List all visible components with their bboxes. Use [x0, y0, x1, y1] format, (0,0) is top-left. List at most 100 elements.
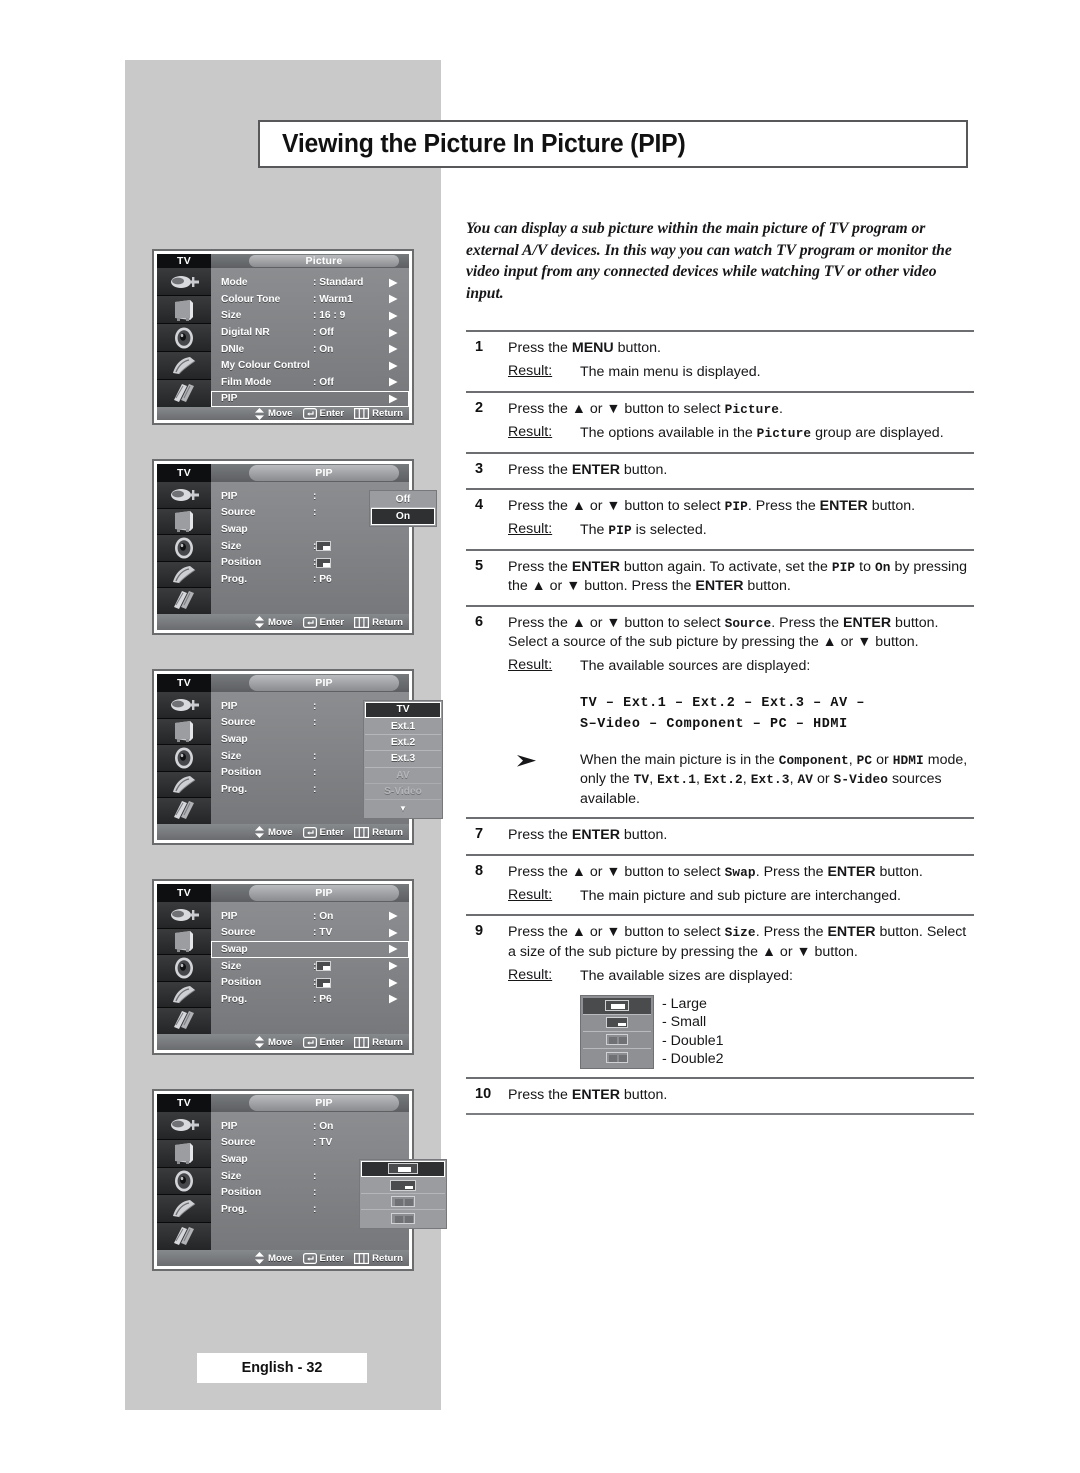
- osd-footer-return[interactable]: Return: [354, 827, 403, 838]
- osd-popup-option[interactable]: Ext.2: [365, 735, 441, 752]
- osd-popup-size[interactable]: [359, 1159, 447, 1229]
- osd-row-mode[interactable]: Mode: Standard: [211, 274, 409, 291]
- osd-footer-enter[interactable]: Enter: [302, 827, 344, 838]
- osd-row-colour-tone[interactable]: Colour Tone: Warm1: [211, 291, 409, 308]
- osd-row-prog[interactable]: Prog.: P6: [211, 571, 409, 588]
- sound-speaker-icon[interactable]: [157, 955, 211, 982]
- osd-row-label: PIP: [221, 393, 238, 405]
- setup-icon[interactable]: [157, 380, 211, 408]
- osd-footer-enter[interactable]: Enter: [302, 408, 344, 419]
- osd-row-size[interactable]: Size:: [211, 538, 409, 555]
- osd-footer-return[interactable]: Return: [354, 1037, 403, 1048]
- osd-row-position[interactable]: Position:: [211, 554, 409, 571]
- osd-footer-return[interactable]: Return: [354, 617, 403, 628]
- step-2: 2 Press the ▲ or ▼ button to select Pict…: [466, 393, 974, 452]
- osd-footer-move[interactable]: Move: [254, 407, 293, 420]
- osd-row-dnie[interactable]: DNIe: On: [211, 341, 409, 358]
- chevron-right-icon: [388, 328, 398, 337]
- osd-popup-option[interactable]: On: [371, 508, 435, 525]
- picture-tv-icon[interactable]: [157, 718, 211, 746]
- sound-speaker-icon[interactable]: [157, 1167, 211, 1196]
- osd-row-label: Position: [221, 557, 262, 569]
- osd-popup-option[interactable]: Off: [371, 492, 435, 509]
- osd-popup-option[interactable]: [361, 1161, 445, 1178]
- sound-speaker-icon[interactable]: [157, 324, 211, 353]
- step-number: 9: [475, 923, 484, 940]
- feature-icon[interactable]: [157, 352, 211, 381]
- osd-footer-enter[interactable]: Enter: [302, 1252, 344, 1264]
- step-10: 10 Press the ENTER button.: [466, 1079, 974, 1113]
- osd-popup-option[interactable]: AV: [365, 768, 441, 784]
- sound-speaker-icon[interactable]: [157, 745, 211, 772]
- divider: [466, 1113, 974, 1115]
- picture-tv-icon[interactable]: [157, 296, 211, 325]
- feature-icon[interactable]: [157, 1195, 211, 1224]
- osd-row-arrow: [385, 978, 401, 988]
- osd-popup-option[interactable]: [361, 1177, 445, 1194]
- osd-row-source[interactable]: Source: TV: [211, 1135, 409, 1152]
- osd-content: PIP: On Source: TV Swap Size: Position: Pro…: [157, 902, 409, 1034]
- source-list-line-1: TV – Ext.1 – Ext.2 – Ext.3 – AV –: [580, 695, 865, 711]
- size-option-label: - Double2: [662, 1051, 724, 1068]
- enter-key-icon: [302, 1252, 317, 1264]
- input-plug-icon[interactable]: [157, 692, 211, 719]
- picture-tv-icon[interactable]: [157, 508, 211, 536]
- osd-popup-option[interactable]: [361, 1194, 445, 1211]
- setup-icon[interactable]: [157, 1223, 211, 1250]
- osd-footer-enter[interactable]: Enter: [302, 1037, 344, 1048]
- feature-icon[interactable]: [157, 981, 211, 1009]
- osd-row-arrow: [385, 911, 401, 921]
- osd-row-source[interactable]: Source: TV: [211, 925, 409, 942]
- osd-popup-option[interactable]: TV: [365, 702, 441, 719]
- osd-popup-option[interactable]: Ext.1: [365, 718, 441, 735]
- note-bullet: [508, 751, 580, 809]
- osd-row-digital-nr[interactable]: Digital NR: Off: [211, 324, 409, 341]
- osd-row-prog[interactable]: Prog.: P6: [211, 991, 409, 1008]
- feature-icon[interactable]: [157, 771, 211, 799]
- chevron-right-icon: [388, 945, 398, 954]
- step-number: 7: [475, 826, 484, 843]
- input-plug-icon[interactable]: [157, 482, 211, 509]
- osd-popup-source[interactable]: TV Ext.1 Ext.2 Ext.3 AV S-Video ▼: [363, 700, 443, 819]
- osd-row-size[interactable]: Size:: [211, 958, 409, 975]
- osd-row-swap[interactable]: Swap: [211, 941, 409, 958]
- osd-row-pip[interactable]: PIP: On: [211, 908, 409, 925]
- osd-popup-option[interactable]: S-Video: [365, 784, 441, 801]
- return-key-icon: [354, 1036, 370, 1048]
- osd-popup-onoff[interactable]: Off On: [369, 490, 437, 527]
- osd-row-film-mode[interactable]: Film Mode: Off: [211, 374, 409, 391]
- input-plug-icon[interactable]: [157, 902, 211, 929]
- sound-speaker-icon[interactable]: [157, 535, 211, 562]
- setup-icon[interactable]: [157, 798, 211, 824]
- osd-content: PIP: Source: Swap Size: Position: Prog.: TV Ext…: [157, 692, 443, 824]
- osd-footer-move[interactable]: Move: [254, 826, 293, 838]
- osd-row-size[interactable]: Size: 16 : 9: [211, 308, 409, 325]
- osd-footer-enter[interactable]: Enter: [302, 617, 344, 628]
- osd-row-position[interactable]: Position:: [211, 974, 409, 991]
- osd-popup-option[interactable]: [361, 1210, 445, 1226]
- picture-tv-icon[interactable]: [157, 928, 211, 956]
- input-plug-icon[interactable]: [157, 1112, 211, 1140]
- osd-footer-move[interactable]: Move: [254, 1252, 293, 1264]
- manual-page: Viewing the Picture In Picture (PIP) You…: [0, 0, 1080, 1473]
- osd-popup-more[interactable]: ▼: [365, 800, 441, 816]
- osd-icon-column: [157, 1112, 211, 1250]
- osd-row-label: Size: [221, 960, 242, 972]
- osd-row-my-colour-control[interactable]: My Colour Control: [211, 357, 409, 374]
- osd-row-pip[interactable]: PIP: On: [211, 1118, 409, 1135]
- input-plug-icon[interactable]: [157, 268, 211, 297]
- step-text: Press the ▲ or ▼ button to select PIP. P…: [508, 498, 916, 515]
- setup-icon[interactable]: [157, 588, 211, 614]
- result-label: Result:: [508, 521, 553, 538]
- feature-icon[interactable]: [157, 561, 211, 589]
- setup-icon[interactable]: [157, 1008, 211, 1034]
- picture-tv-icon[interactable]: [157, 1139, 211, 1168]
- osd-row-pip[interactable]: PIP: [211, 390, 409, 408]
- osd-footer-return[interactable]: Return: [354, 1253, 403, 1264]
- osd-footer-move[interactable]: Move: [254, 616, 293, 628]
- osd-row-label: Prog.: [221, 1203, 248, 1215]
- osd-header: TV PIP: [157, 1094, 409, 1112]
- osd-popup-option[interactable]: Ext.3: [365, 751, 441, 768]
- osd-footer-move[interactable]: Move: [254, 1036, 293, 1048]
- osd-footer-return[interactable]: Return: [354, 408, 403, 420]
